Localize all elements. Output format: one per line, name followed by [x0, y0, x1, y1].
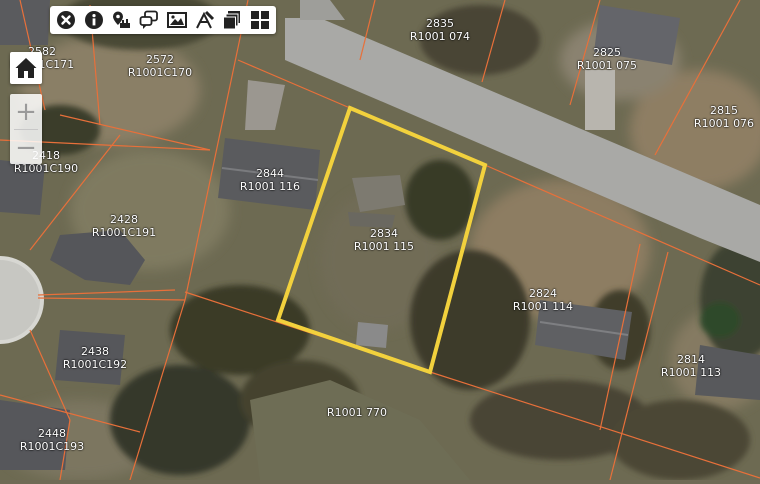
grid-icon[interactable] [246, 6, 274, 34]
info-icon[interactable] [80, 6, 108, 34]
parcel-label: 2844 R1001 116 [239, 167, 301, 193]
location-pin-icon[interactable] [108, 6, 136, 34]
measure-icon[interactable] [191, 6, 219, 34]
parcel-label: R1001 770 [326, 406, 388, 419]
parcel-label: 2825 R1001 075 [576, 46, 638, 72]
selected-parcel-label: 2834 R1001 115 [353, 227, 415, 253]
close-circle-icon[interactable] [52, 6, 80, 34]
home-icon [15, 58, 37, 78]
parcel-label: 2438 R1001C192 [62, 345, 128, 371]
parcel-label: 2815 R1001 076 [693, 104, 755, 130]
map-toolbar [50, 6, 276, 34]
zoom-control: + − [10, 94, 42, 164]
parcel-label: 2572 R1001C170 [127, 53, 193, 79]
aerial-map[interactable]: 2835 R1001 074 2825 R1001 075 2815 R1001 07… [0, 0, 760, 481]
image-icon[interactable] [163, 6, 191, 34]
zoom-out-button[interactable]: − [10, 130, 42, 165]
parcel-label: 2824 R1001 114 [512, 287, 574, 313]
layers-icon[interactable] [219, 6, 247, 34]
home-button[interactable] [10, 52, 42, 84]
chat-bubbles-icon[interactable] [135, 6, 163, 34]
parcel-label: 2448 R1001C193 [19, 427, 85, 453]
parcel-label: 2814 R1001 113 [660, 353, 722, 379]
parcel-label: 2428 R1001C191 [91, 213, 157, 239]
zoom-in-button[interactable]: + [10, 94, 42, 129]
parcel-label: 2835 R1001 074 [409, 17, 471, 43]
driveway [585, 70, 615, 130]
